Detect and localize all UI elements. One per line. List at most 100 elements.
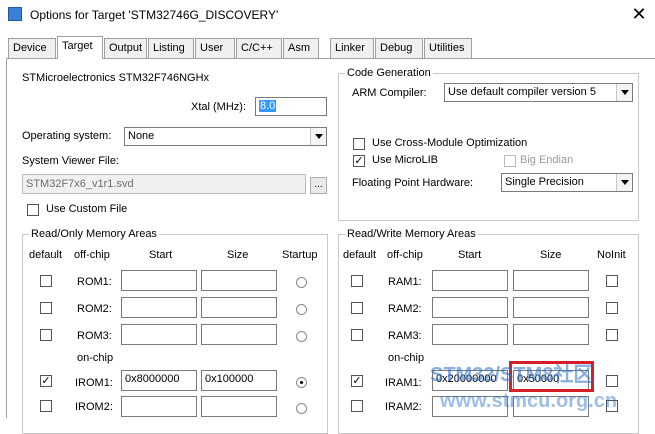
rom3-label: ROM3:	[77, 330, 112, 342]
rw-header-noinit: NoInit	[597, 249, 626, 261]
irom2-default-checkbox[interactable]	[40, 400, 52, 412]
rom2-default-checkbox[interactable]	[40, 302, 52, 314]
tab-listing[interactable]: Listing	[148, 38, 194, 58]
fph-select[interactable]: Single Precision	[501, 173, 633, 192]
cross-module-checkbox[interactable]	[353, 138, 365, 150]
rom3-start-input[interactable]	[121, 324, 197, 345]
ro-onchip-label: on-chip	[77, 352, 114, 364]
microlib-label: Use MicroLIB	[372, 154, 439, 166]
os-label: Operating system:	[22, 130, 112, 142]
fph-label: Floating Point Hardware:	[352, 177, 474, 189]
chevron-down-icon	[616, 84, 632, 101]
arm-compiler-select[interactable]: Use default compiler version 5	[444, 83, 633, 102]
window-title: Options for Target 'STM32746G_DISCOVERY'	[30, 8, 279, 22]
xtal-value: 8.0	[259, 100, 277, 112]
rom1-default-checkbox[interactable]	[40, 275, 52, 287]
rom2-start-input[interactable]	[121, 297, 197, 318]
watermark-title: STM32/STM8社区	[430, 364, 594, 386]
title-bar: Options for Target 'STM32746G_DISCOVERY'…	[0, 0, 655, 30]
ram3-noinit-checkbox[interactable]	[606, 329, 618, 341]
ram1-noinit-checkbox[interactable]	[606, 275, 618, 287]
svf-label: System Viewer File:	[22, 155, 119, 167]
use-custom-file-checkbox[interactable]	[27, 204, 39, 216]
big-endian-label: Big Endian	[520, 154, 574, 166]
tab-target[interactable]: Target	[57, 36, 103, 59]
close-button[interactable]: ✕	[628, 4, 650, 24]
arm-compiler-label: ARM Compiler:	[352, 87, 427, 99]
rom3-default-checkbox[interactable]	[40, 329, 52, 341]
rom1-label: ROM1:	[77, 276, 112, 288]
rom1-start-input[interactable]	[121, 270, 197, 291]
rw-memory-title: Read/Write Memory Areas	[345, 228, 478, 240]
tab-user[interactable]: User	[195, 38, 235, 58]
rom2-startup-radio[interactable]	[296, 304, 307, 315]
rom2-size-input[interactable]	[201, 297, 277, 318]
iram1-noinit-checkbox[interactable]	[606, 375, 618, 387]
ro-header-start: Start	[149, 249, 173, 261]
irom1-default-checkbox[interactable]: ✓	[40, 375, 52, 387]
xtal-label: Xtal (MHz):	[191, 101, 246, 113]
rw-header-start: Start	[458, 249, 482, 261]
iram1-default-checkbox[interactable]: ✓	[351, 375, 363, 387]
cross-module-label: Use Cross-Module Optimization	[372, 137, 528, 149]
app-icon	[8, 7, 22, 21]
os-select[interactable]: None	[124, 127, 327, 146]
rw-onchip-label: on-chip	[388, 352, 425, 364]
browse-button[interactable]: ...	[310, 177, 327, 194]
chevron-down-icon	[616, 174, 632, 191]
ram2-start-input[interactable]	[432, 297, 508, 318]
tab-cpp[interactable]: C/C++	[236, 38, 282, 58]
rw-header-offchip: off-chip	[387, 249, 423, 261]
iram2-default-checkbox[interactable]	[351, 400, 363, 412]
tab-utilities[interactable]: Utilities	[424, 38, 472, 58]
irom1-label: IROM1:	[75, 377, 113, 389]
irom2-label: IROM2:	[75, 401, 113, 413]
irom2-size-input[interactable]	[201, 396, 277, 417]
rw-header-size: Size	[540, 249, 562, 261]
rom1-size-input[interactable]	[201, 270, 277, 291]
irom1-start-input[interactable]: 0x8000000	[121, 370, 197, 391]
custom-file-label: Use Custom File	[46, 203, 128, 215]
ram1-size-input[interactable]	[513, 270, 589, 291]
big-endian-checkbox[interactable]	[504, 155, 516, 167]
ram1-default-checkbox[interactable]	[351, 275, 363, 287]
fph-value: Single Precision	[505, 176, 584, 188]
ram2-noinit-checkbox[interactable]	[606, 302, 618, 314]
ro-memory-title: Read/Only Memory Areas	[29, 228, 159, 240]
svf-input[interactable]: STM32F7x6_v1r1.svd	[22, 174, 306, 194]
microlib-checkbox[interactable]: ✓	[353, 155, 365, 167]
ram1-start-input[interactable]	[432, 270, 508, 291]
irom1-startup-radio[interactable]	[296, 377, 307, 388]
tab-output[interactable]: Output	[104, 38, 147, 58]
tab-device[interactable]: Device	[8, 38, 56, 58]
ram2-size-input[interactable]	[513, 297, 589, 318]
xtal-input[interactable]: 8.0	[255, 97, 327, 116]
ram2-default-checkbox[interactable]	[351, 302, 363, 314]
irom1-size-input[interactable]: 0x100000	[201, 370, 277, 391]
ram1-label: RAM1:	[388, 276, 422, 288]
watermark-url: www.stmcu.org.cn	[440, 390, 618, 412]
ro-header-offchip: off-chip	[74, 249, 110, 261]
arm-compiler-value: Use default compiler version 5	[448, 86, 596, 98]
rom3-size-input[interactable]	[201, 324, 277, 345]
iram2-label: IRAM2:	[385, 401, 422, 413]
rom2-label: ROM2:	[77, 303, 112, 315]
ram3-size-input[interactable]	[513, 324, 589, 345]
chevron-down-icon	[310, 128, 326, 145]
irom2-startup-radio[interactable]	[296, 403, 307, 414]
tab-asm[interactable]: Asm	[283, 38, 319, 58]
tab-bar: Device Target Output Listing User C/C++ …	[0, 36, 655, 59]
tab-linker[interactable]: Linker	[330, 38, 374, 58]
rom3-startup-radio[interactable]	[296, 331, 307, 342]
ram3-start-input[interactable]	[432, 324, 508, 345]
rom1-startup-radio[interactable]	[296, 277, 307, 288]
ram3-default-checkbox[interactable]	[351, 329, 363, 341]
ram2-label: RAM2:	[388, 303, 422, 315]
ro-header-size: Size	[227, 249, 249, 261]
rw-header-default: default	[343, 249, 377, 261]
tab-debug[interactable]: Debug	[375, 38, 423, 58]
iram1-label: IRAM1:	[385, 377, 422, 389]
ram3-label: RAM3:	[388, 330, 422, 342]
irom2-start-input[interactable]	[121, 396, 197, 417]
ro-header-default: default	[29, 249, 63, 261]
